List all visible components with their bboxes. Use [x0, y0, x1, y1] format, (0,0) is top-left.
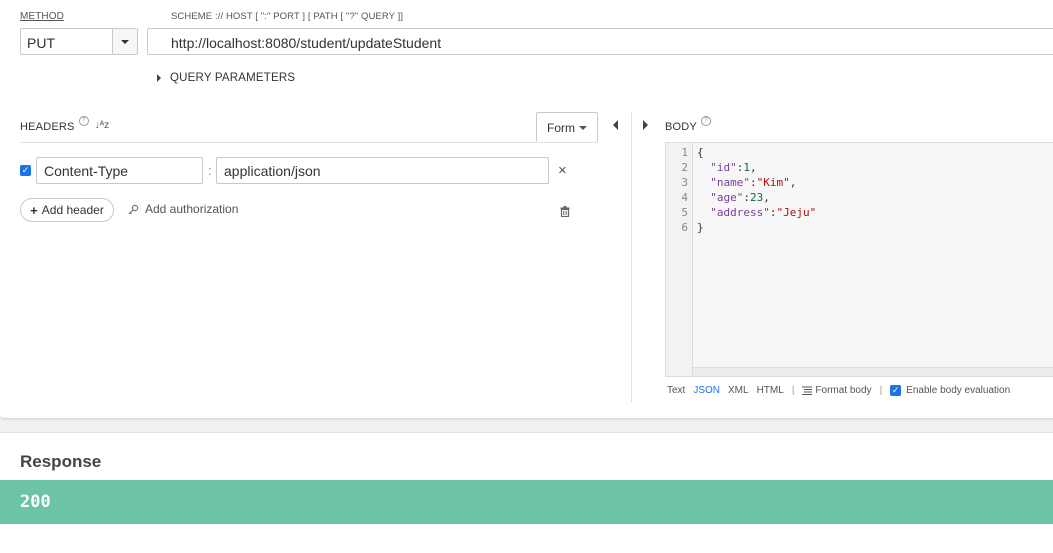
- format-option-html[interactable]: HTML: [757, 385, 784, 396]
- chevron-right-icon: [157, 74, 161, 82]
- sort-icon[interactable]: ↓ᴬz: [95, 120, 110, 131]
- format-separator: |: [791, 385, 795, 396]
- line-number-gutter: 1 2 3 4 5 6: [666, 143, 693, 376]
- code-value: 23: [750, 191, 764, 204]
- chevron-down-icon: [579, 125, 587, 130]
- code-colon: :: [750, 176, 757, 189]
- query-parameters-label: QUERY PARAMETERS: [170, 72, 296, 84]
- code-key: "name": [710, 176, 750, 189]
- code-trail: ,: [763, 191, 770, 204]
- collapse-right-button[interactable]: [643, 120, 648, 130]
- body-editor[interactable]: 1 2 3 4 5 6 { "id":1, "name":"Kim", "age…: [665, 142, 1053, 377]
- url-value: http://localhost:8080/student/updateStud…: [171, 35, 442, 51]
- help-icon[interactable]: ?: [78, 116, 89, 126]
- code-line: }: [697, 221, 704, 234]
- code-trail: ,: [789, 176, 797, 189]
- request-panel: METHOD PUT SCHEME :// HOST [ ":" PORT ] …: [0, 0, 1053, 419]
- url-input[interactable]: http://localhost:8080/student/updateStud…: [147, 28, 1053, 55]
- response-status-bar: 200: [0, 480, 1053, 524]
- line-number: 4: [681, 191, 688, 204]
- code-punct: {: [697, 146, 704, 159]
- format-option-json[interactable]: JSON: [693, 385, 720, 396]
- chevron-left-icon: [613, 120, 618, 130]
- code-key: "age": [710, 191, 744, 204]
- code-trail: ,: [750, 161, 757, 174]
- collapse-left-button[interactable]: [613, 120, 618, 130]
- code-punct: }: [697, 221, 704, 234]
- line-number: 3: [681, 176, 688, 189]
- remove-header-icon[interactable]: ×: [558, 162, 567, 179]
- code-value: "Jeju": [776, 206, 817, 219]
- line-number: 6: [681, 221, 688, 234]
- editor-horizontal-scrollbar[interactable]: [693, 367, 1053, 376]
- code-line: "name":"Kim",: [697, 176, 796, 189]
- header-separator: :: [208, 163, 212, 178]
- key-icon: [128, 204, 139, 214]
- code-colon: :: [743, 191, 750, 204]
- method-select[interactable]: PUT: [20, 28, 138, 55]
- plus-icon: +: [30, 202, 38, 218]
- body-title-row: BODY ?: [665, 116, 711, 133]
- line-number: 1: [681, 146, 688, 159]
- code-line: "id":1,: [697, 161, 757, 174]
- delete-all-headers-button[interactable]: [560, 204, 570, 222]
- format-body-button[interactable]: Format body: [802, 385, 872, 396]
- header-name-input[interactable]: Content-Type: [36, 157, 203, 184]
- code-value: "Kim": [756, 176, 790, 189]
- panel-divider: [631, 112, 632, 402]
- header-enabled-checkbox[interactable]: ✓: [20, 165, 31, 176]
- enable-eval-checkbox[interactable]: ✓: [890, 385, 902, 396]
- form-label: Form: [547, 120, 575, 135]
- format-separator: |: [879, 385, 883, 396]
- body-format-bar: Text JSON XML HTML | Format body | ✓ Ena…: [667, 385, 1010, 396]
- line-number: 2: [681, 161, 688, 174]
- form-toggle-button[interactable]: Form: [536, 112, 598, 142]
- code-line: "age":23,: [697, 191, 770, 204]
- chevron-down-icon: [121, 39, 129, 44]
- code-line: "address":"Jeju": [697, 206, 816, 219]
- method-label: METHOD: [20, 11, 64, 22]
- enable-body-evaluation-label: Enable body evaluation: [906, 385, 1011, 396]
- header-value-input[interactable]: application/json: [216, 157, 549, 184]
- format-option-text[interactable]: Text: [667, 385, 685, 396]
- help-icon[interactable]: ?: [700, 116, 711, 126]
- add-header-label: Add header: [41, 203, 104, 217]
- headers-title-row: HEADERS ? ↓ᴬz: [20, 116, 109, 133]
- format-option-xml[interactable]: XML: [728, 385, 749, 396]
- code-key: "address": [710, 206, 770, 219]
- format-body-label: Format body: [815, 385, 872, 396]
- query-parameters-toggle[interactable]: QUERY PARAMETERS: [157, 72, 295, 84]
- headers-title: HEADERS: [20, 121, 75, 133]
- response-title: Response: [20, 452, 102, 471]
- add-header-button[interactable]: + Add header: [20, 198, 114, 222]
- chevron-right-icon: [643, 120, 648, 130]
- status-code: 200: [20, 492, 51, 512]
- method-dropdown-button[interactable]: [112, 29, 137, 54]
- trash-icon: [560, 206, 570, 218]
- body-title: BODY: [665, 121, 697, 133]
- method-value: PUT: [27, 35, 55, 51]
- url-hint: SCHEME :// HOST [ ":" PORT ] [ PATH [ "?…: [171, 11, 404, 22]
- headers-divider: [20, 142, 598, 143]
- code-line: {: [697, 146, 704, 159]
- format-lines-icon: [802, 386, 813, 395]
- enable-body-evaluation-toggle[interactable]: ✓ Enable body evaluation: [890, 385, 1010, 396]
- add-authorization-label: Add authorization: [145, 202, 239, 216]
- code-value: 1: [743, 161, 750, 174]
- add-authorization-link[interactable]: Add authorization: [128, 202, 238, 216]
- line-number: 5: [681, 206, 688, 219]
- code-key: "id": [710, 161, 737, 174]
